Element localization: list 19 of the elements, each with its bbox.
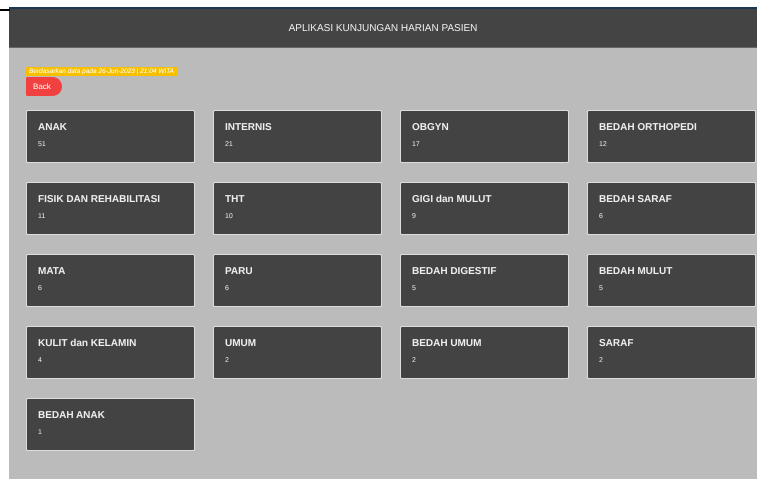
department-name: OBGYN xyxy=(412,122,450,133)
department-name: BEDAH ANAK xyxy=(38,410,106,421)
department-name: INTERNIS xyxy=(225,122,273,133)
department-name: FISIK DAN REHABILITASI xyxy=(38,194,162,205)
department-name: THT xyxy=(225,194,246,205)
department-name: PARU xyxy=(225,266,254,277)
department-name: UMUM xyxy=(225,338,258,349)
department-name: BEDAH ORTHOPEDI xyxy=(599,122,698,133)
department-name: ANAK xyxy=(38,122,68,133)
department-name: MATA xyxy=(38,266,66,277)
app-title: APLIKASI KUNJUNGAN HARIAN PASIEN xyxy=(288,22,478,34)
back-button[interactable]: Back xyxy=(26,77,62,96)
department-name: SARAF xyxy=(599,338,634,349)
department-name: BEDAH DIGESTIF xyxy=(412,266,498,277)
department-name: BEDAH UMUM xyxy=(412,338,482,349)
department-name: BEDAH SARAF xyxy=(599,194,673,205)
department-name: GIGI dan MULUT xyxy=(412,194,492,205)
department-name: BEDAH MULUT xyxy=(599,266,674,277)
department-name: KULIT dan KELAMIN xyxy=(38,338,138,349)
